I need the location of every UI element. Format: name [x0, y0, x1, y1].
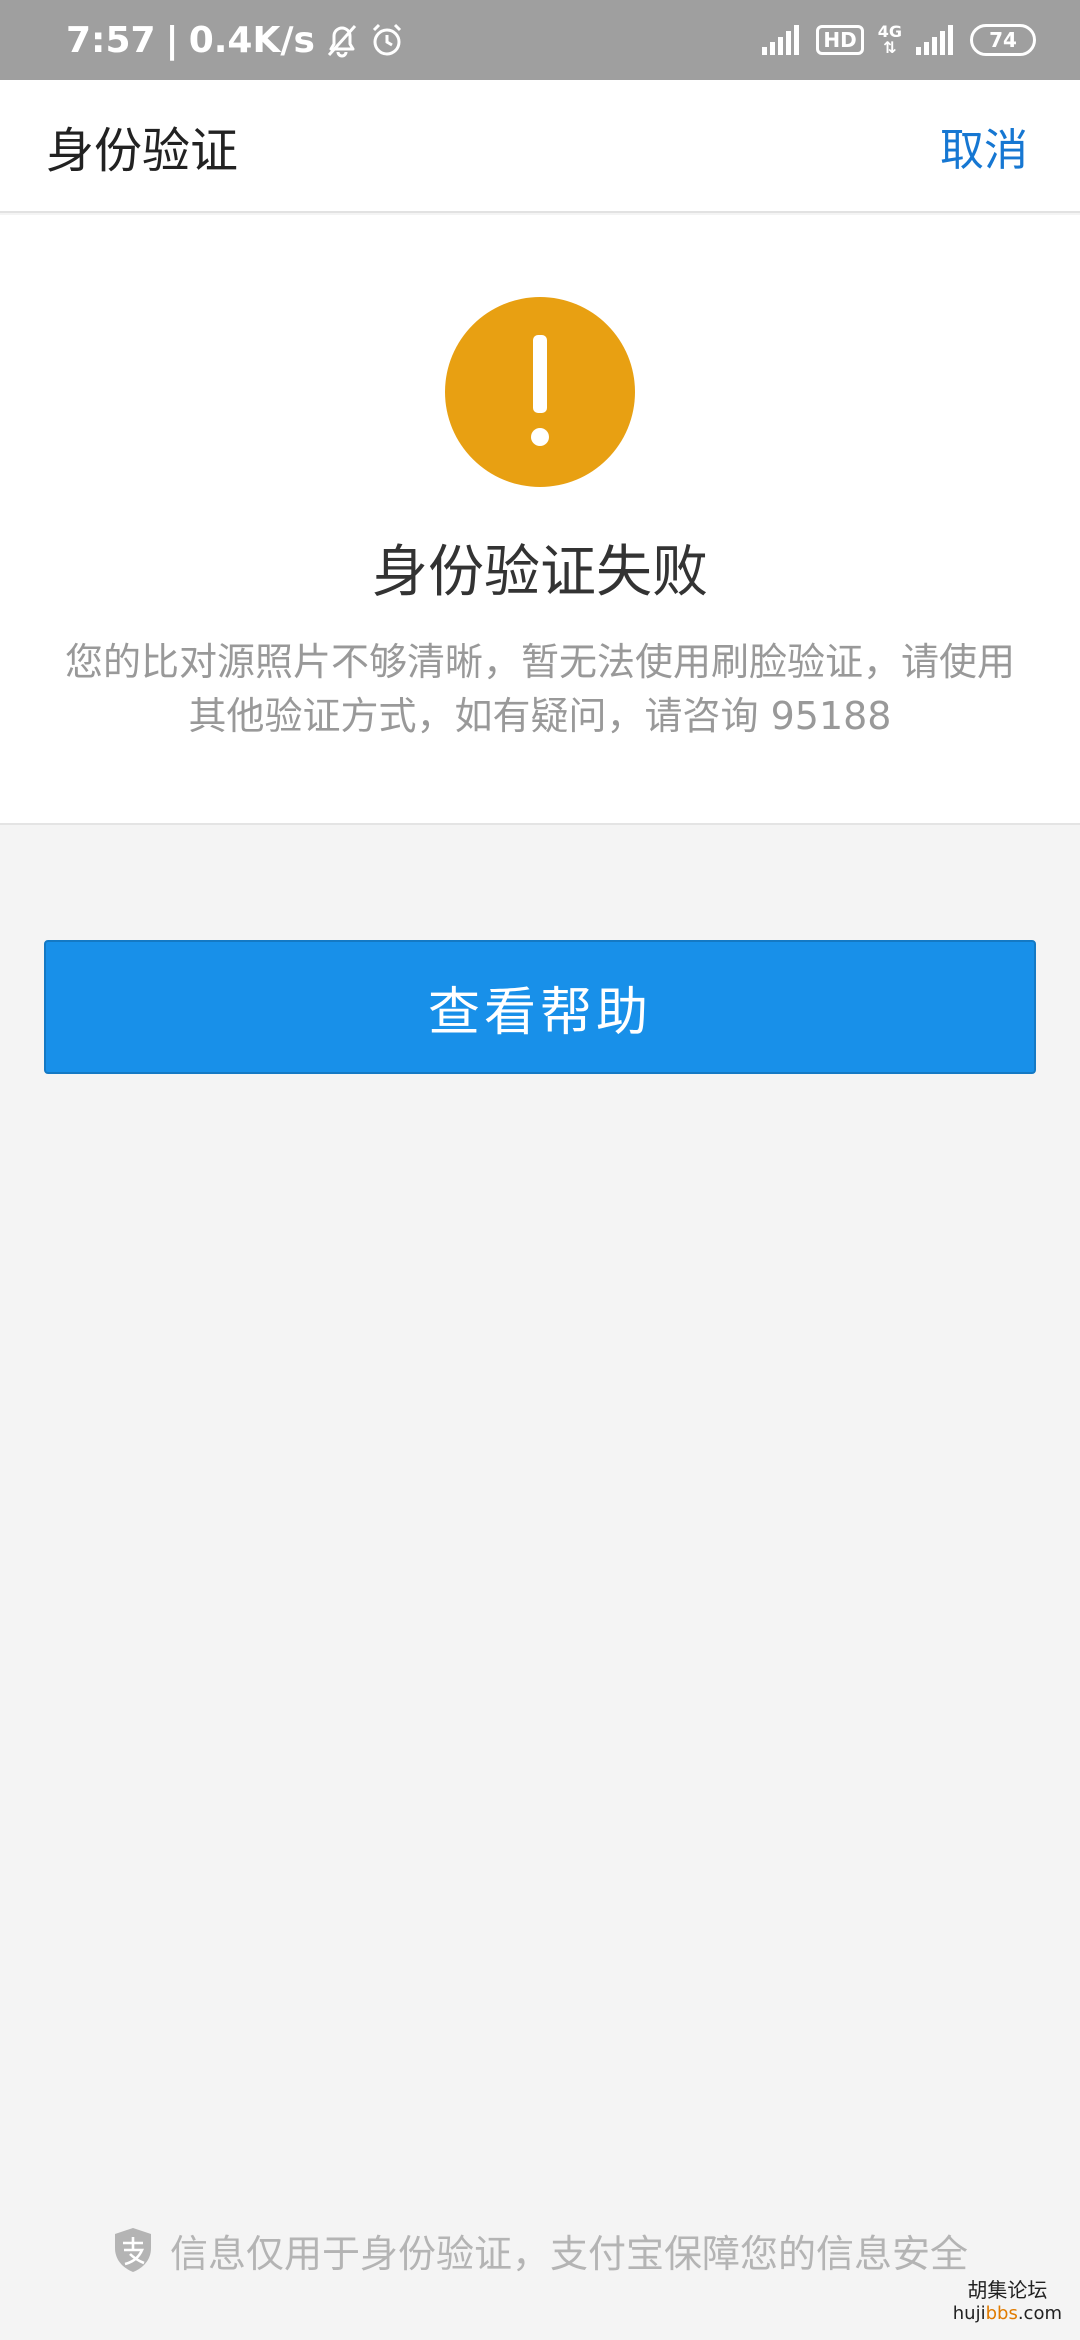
forum-watermark: 胡集论坛 hujibbs.com: [953, 2278, 1062, 2326]
result-description-line-2: 其他验证方式，如有疑问，请咨询 95188: [188, 694, 892, 738]
status-net-speed: 0.4K/s: [188, 19, 315, 61]
alipay-shield-icon: [114, 2228, 151, 2272]
security-footer: 信息仅用于身份验证，支付宝保障您的信息安全: [0, 2220, 1080, 2280]
warning-icon: [445, 297, 635, 487]
alarm-icon: [369, 22, 405, 58]
signal-icon-2: [916, 25, 956, 55]
result-description-line-1: 您的比对源照片不够清晰，暂无法使用刷脸验证，请使用: [64, 640, 1015, 684]
watermark-url-suffix: .com: [1017, 2303, 1062, 2324]
status-bar-right: HD 4G ⇅ 74: [762, 24, 1036, 56]
battery-level: 74: [989, 28, 1017, 52]
watermark-url-accent: bbs: [985, 2303, 1018, 2324]
watermark-url: hujibbs.com: [953, 2302, 1062, 2326]
data-arrows-icon: ⇅: [883, 38, 897, 57]
navigation-header: 身份验证 取消: [0, 80, 1080, 213]
bell-off-icon: [325, 22, 359, 58]
4g-signal-icon: 4G ⇅: [878, 24, 902, 56]
page-title: 身份验证: [46, 122, 239, 179]
watermark-url-prefix: huji: [952, 2303, 986, 2324]
hd-icon: HD: [816, 25, 864, 55]
status-time: 7:57: [66, 19, 156, 61]
cancel-button[interactable]: 取消: [940, 114, 1028, 178]
security-notice-text: 信息仅用于身份验证，支付宝保障您的信息安全: [169, 2231, 968, 2276]
status-separator: |: [165, 19, 179, 61]
status-bar: 7:57 | 0.4K/s HD 4G ⇅ 74: [0, 0, 1080, 80]
battery-icon: 74: [970, 24, 1036, 56]
result-card: 身份验证失败 您的比对源照片不够清晰，暂无法使用刷脸验证，请使用 其他验证方式，…: [0, 215, 1080, 825]
result-title: 身份验证失败: [372, 540, 708, 605]
status-bar-left: 7:57 | 0.4K/s: [66, 20, 405, 61]
signal-icon: [762, 25, 802, 55]
result-description: 您的比对源照片不够清晰，暂无法使用刷脸验证，请使用 其他验证方式，如有疑问，请咨…: [40, 635, 1040, 743]
watermark-name: 胡集论坛: [967, 2278, 1048, 2302]
view-help-button[interactable]: 查看帮助: [44, 940, 1036, 1074]
